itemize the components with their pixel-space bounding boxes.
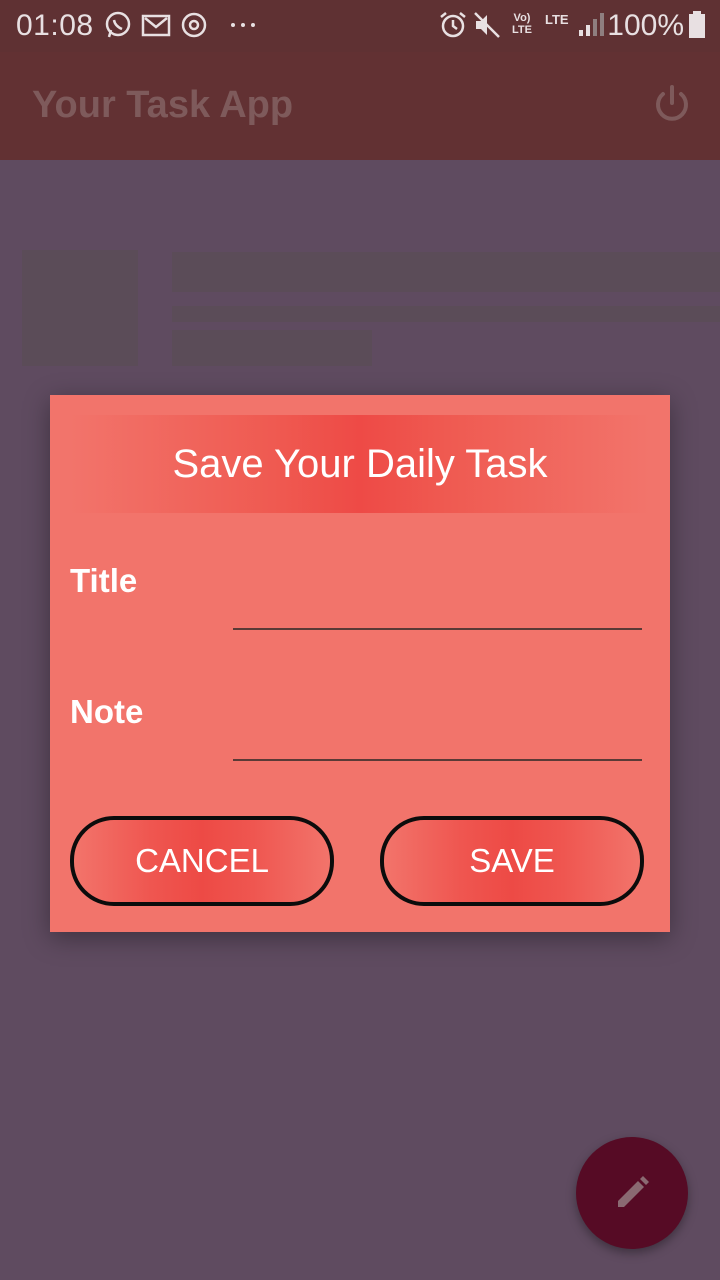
dialog-header: Save Your Daily Task	[70, 415, 650, 513]
status-time: 01:08	[16, 9, 94, 42]
gmail-icon	[141, 14, 171, 37]
cancel-button[interactable]: CANCEL	[70, 816, 334, 906]
title-input[interactable]	[233, 578, 642, 630]
mute-icon	[474, 12, 500, 38]
volte-icon: Vo) LTE	[512, 12, 532, 36]
meta-line-placeholder	[172, 330, 372, 366]
more-dots-icon	[231, 23, 255, 27]
battery-percent: 100%	[607, 9, 684, 42]
edit-pencil-icon	[618, 1176, 649, 1207]
subtitle-line-placeholder	[172, 306, 720, 322]
note-input[interactable]	[233, 709, 642, 761]
thumbnail-placeholder	[22, 250, 138, 366]
edit-fab-button[interactable]	[576, 1137, 688, 1249]
dialog-title: Save Your Daily Task	[172, 441, 548, 486]
status-bar: 01:08 Vo) LTE LTE 100%	[0, 0, 720, 52]
title-line-placeholder	[172, 252, 720, 292]
title-field-label: Title	[70, 562, 138, 599]
note-field-label: Note	[70, 693, 144, 730]
save-button[interactable]: SAVE	[380, 816, 644, 906]
save-task-dialog: Save Your Daily Task Title Note CANCEL S…	[50, 395, 670, 932]
lte-icon: LTE	[545, 12, 569, 27]
battery-icon	[689, 11, 705, 38]
whatsapp-icon	[105, 11, 131, 38]
app-bar: Your Task App	[0, 52, 720, 160]
signal-icon	[579, 13, 604, 36]
sync-icon	[181, 12, 207, 38]
app-title: Your Task App	[32, 84, 294, 126]
alarm-icon	[440, 12, 466, 38]
power-icon[interactable]	[652, 84, 692, 124]
